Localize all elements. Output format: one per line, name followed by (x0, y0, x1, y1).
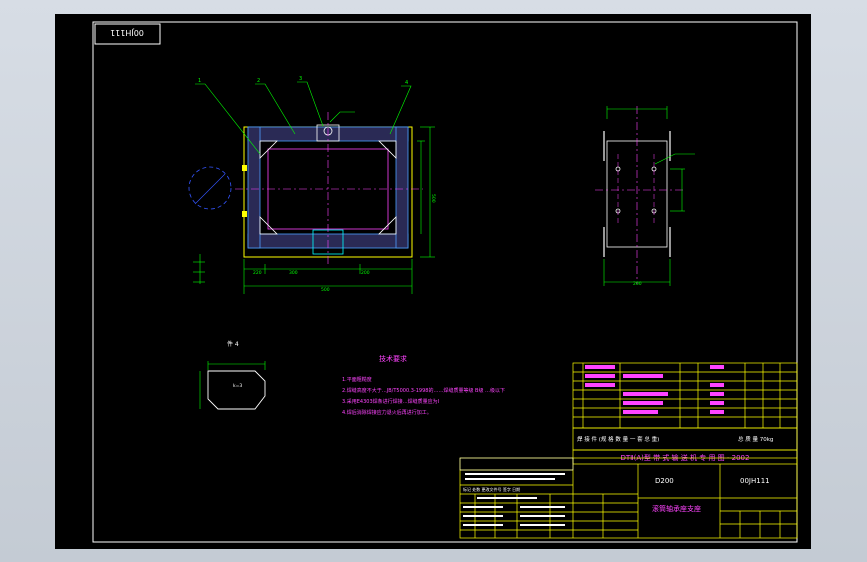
weight-description: 焊 接 件 (规 格 数 量 一 套 总 重) (577, 435, 659, 443)
drawing-name: 滚筒轴承座支座 (652, 504, 701, 513)
technical-requirements: 技术要求 1.平面粗糙度 2.焊缝高度不大于…JB/T5000.3-1998的…… (342, 354, 505, 416)
parts-list (572, 362, 798, 429)
right-post (395, 126, 409, 249)
tech-note-1: 1.平面粗糙度 (342, 376, 372, 383)
part4-detail: 件 4 k=3 (199, 340, 266, 410)
part-number-3: 3 (299, 76, 302, 82)
drawing-no: 00JH111 (740, 477, 770, 485)
dim-220: 220 (253, 270, 262, 276)
dim-500-bottom: 500 (321, 287, 330, 293)
part4-outline (207, 370, 266, 410)
model-no: D200 (655, 477, 674, 485)
side-dim-200: 200 (633, 281, 642, 287)
revision-header: 标记 处数 更改文件号 签字 日期 (463, 486, 520, 492)
tech-note-2: 2.焊缝高度不大于…JB/T5000.3-1998的……焊缝质量等级 B级 …级… (342, 387, 505, 394)
dim-500-right: 500 (430, 194, 436, 203)
part-number-1: 1 (198, 78, 201, 84)
side-view: 200 (595, 106, 695, 287)
part4-k-label: k=3 (233, 383, 242, 389)
main-view: 1 2 3 4 220 300 200 500 500 (188, 76, 436, 294)
cad-viewport: 00JH111 1 2 3 4 220 300 200 500 500 200 … (0, 0, 867, 562)
dim-300: 300 (289, 270, 298, 276)
cad-drawing: 00JH111 1 2 3 4 220 300 200 500 500 200 … (92, 21, 798, 543)
part-number-4: 4 (405, 80, 408, 86)
code-box-text: 00JH111 (110, 28, 144, 37)
total-weight: 总 质 量 70kg (738, 435, 773, 443)
tech-title: 技术要求 (379, 354, 407, 363)
tech-note-4: 4.焊后消除焊接应力退火后再进行加工。 (342, 409, 432, 416)
project-title: DTⅡ(A)型 带 式 输 送 机 专 用 图 - 2002 (621, 453, 750, 462)
left-post (247, 126, 261, 249)
dim-200: 200 (361, 270, 370, 276)
part4-title: 件 4 (227, 340, 239, 348)
drawing-canvas: 00JH111 1 2 3 4 220 300 200 500 500 200 … (55, 14, 811, 549)
tech-note-3: 3.采用E4303焊条进行焊接…焊缝质量应为I (342, 398, 439, 405)
part-number-2: 2 (257, 78, 260, 84)
